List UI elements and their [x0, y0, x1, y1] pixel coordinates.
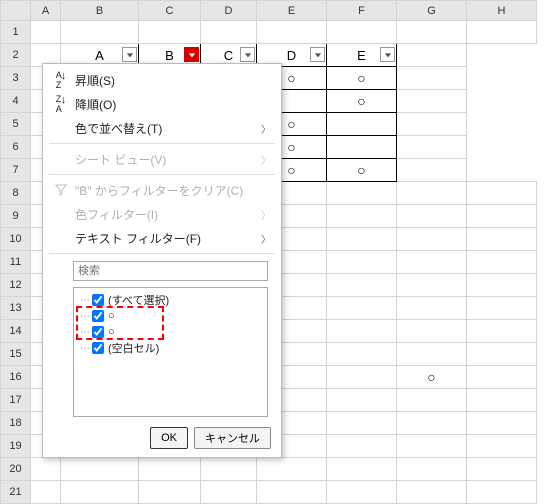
- data-cell[interactable]: [327, 113, 397, 136]
- cancel-button[interactable]: キャンセル: [194, 427, 271, 449]
- menu-label: "B" からフィルターをクリア(C): [71, 182, 271, 199]
- data-cell[interactable]: ○: [327, 159, 397, 182]
- separator: [49, 253, 275, 254]
- menu-label: テキスト フィルター(F): [71, 230, 261, 247]
- menu-label: 降順(O): [71, 96, 271, 113]
- chevron-right-icon: 〉: [261, 121, 271, 136]
- filter-dropdown-icon[interactable]: [122, 47, 137, 62]
- check-label: (すべて選択): [108, 292, 169, 308]
- text-filter[interactable]: テキスト フィルター(F) 〉: [43, 226, 281, 250]
- checkbox[interactable]: [92, 326, 104, 338]
- check-item[interactable]: ⋯ ○: [80, 324, 261, 340]
- row-header[interactable]: 12: [1, 274, 31, 297]
- row-header[interactable]: 10: [1, 228, 31, 251]
- funnel-icon: [51, 183, 71, 197]
- row-header[interactable]: 3: [1, 67, 31, 90]
- chevron-right-icon: 〉: [261, 231, 271, 246]
- check-select-all[interactable]: ⋯ (すべて選択): [80, 292, 261, 308]
- row-header[interactable]: 20: [1, 458, 31, 481]
- color-filter: 色フィルター(I) 〉: [43, 202, 281, 226]
- tree-line-icon: ⋯: [80, 327, 92, 338]
- chevron-right-icon: 〉: [261, 152, 271, 167]
- row-header[interactable]: 15: [1, 343, 31, 366]
- sort-ascending[interactable]: AZ↓ 昇順(S): [43, 68, 281, 92]
- header-label: C: [224, 48, 233, 63]
- check-label: ○: [108, 326, 115, 338]
- button-row: OK キャンセル: [43, 421, 281, 451]
- check-blanks[interactable]: ⋯ (空白セル): [80, 340, 261, 356]
- sort-asc-icon: AZ↓: [51, 70, 71, 90]
- menu-label: 昇順(S): [71, 72, 271, 89]
- row-header[interactable]: 5: [1, 113, 31, 136]
- col-header[interactable]: B: [61, 1, 139, 21]
- ok-button[interactable]: OK: [150, 427, 188, 449]
- data-cell[interactable]: [327, 136, 397, 159]
- filter-dropdown-icon[interactable]: [310, 47, 325, 62]
- checkbox[interactable]: [92, 310, 104, 322]
- row-header[interactable]: 19: [1, 435, 31, 458]
- filter-checklist[interactable]: ⋯ (すべて選択) ⋯ ○ ⋯ ○ ⋯ (空白セル): [73, 287, 268, 417]
- check-label: ○: [108, 310, 115, 322]
- header-label: D: [287, 48, 296, 63]
- col-header[interactable]: A: [31, 1, 61, 21]
- filter-dropdown-icon[interactable]: [240, 47, 255, 62]
- check-label: (空白セル): [108, 340, 159, 356]
- sort-by-color[interactable]: 色で並べ替え(T) 〉: [43, 116, 281, 140]
- row-header[interactable]: 1: [1, 21, 31, 44]
- header-label: A: [95, 48, 104, 63]
- row-header[interactable]: 9: [1, 205, 31, 228]
- col-header[interactable]: D: [201, 1, 257, 21]
- filter-dropdown-icon[interactable]: [184, 47, 199, 62]
- row-header[interactable]: 8: [1, 182, 31, 205]
- filter-search-input[interactable]: [73, 261, 268, 281]
- sheet-view: シート ビュー(V) 〉: [43, 147, 281, 171]
- sort-descending[interactable]: ZA↓ 降順(O): [43, 92, 281, 116]
- row-header[interactable]: 16: [1, 366, 31, 389]
- chevron-right-icon: 〉: [261, 207, 271, 222]
- data-cell[interactable]: ○: [327, 90, 397, 113]
- col-header[interactable]: E: [257, 1, 327, 21]
- select-all-corner[interactable]: [1, 1, 31, 21]
- row-header[interactable]: 21: [1, 481, 31, 504]
- data-cell[interactable]: ○: [327, 67, 397, 90]
- col-header[interactable]: G: [397, 1, 467, 21]
- data-cell[interactable]: ○: [397, 366, 467, 389]
- sort-desc-icon: ZA↓: [51, 94, 71, 114]
- row-header[interactable]: 11: [1, 251, 31, 274]
- row-header[interactable]: 4: [1, 90, 31, 113]
- separator: [49, 143, 275, 144]
- row-header[interactable]: 6: [1, 136, 31, 159]
- header-label: E: [357, 48, 366, 63]
- clear-filter: "B" からフィルターをクリア(C): [43, 178, 281, 202]
- filter-menu: AZ↓ 昇順(S) ZA↓ 降順(O) 色で並べ替え(T) 〉 シート ビュー(…: [42, 63, 282, 458]
- tree-line-icon: ⋯: [80, 343, 92, 354]
- row-header[interactable]: 7: [1, 159, 31, 182]
- col-header[interactable]: C: [139, 1, 201, 21]
- row-header[interactable]: 18: [1, 412, 31, 435]
- header-label: B: [165, 48, 174, 63]
- row-header[interactable]: 2: [1, 44, 31, 67]
- menu-label: 色で並べ替え(T): [71, 120, 261, 137]
- col-header[interactable]: F: [327, 1, 397, 21]
- menu-label: 色フィルター(I): [71, 206, 261, 223]
- table-header-cell[interactable]: E: [327, 44, 397, 67]
- menu-label: シート ビュー(V): [71, 151, 261, 168]
- checkbox[interactable]: [92, 342, 104, 354]
- separator: [49, 174, 275, 175]
- checkbox[interactable]: [92, 294, 104, 306]
- tree-line-icon: ⋯: [80, 295, 92, 306]
- row-header[interactable]: 14: [1, 320, 31, 343]
- tree-line-icon: ⋯: [80, 311, 92, 322]
- filter-dropdown-icon[interactable]: [380, 47, 395, 62]
- row-header[interactable]: 13: [1, 297, 31, 320]
- check-item[interactable]: ⋯ ○: [80, 308, 261, 324]
- col-header[interactable]: H: [467, 1, 537, 21]
- row-header[interactable]: 17: [1, 389, 31, 412]
